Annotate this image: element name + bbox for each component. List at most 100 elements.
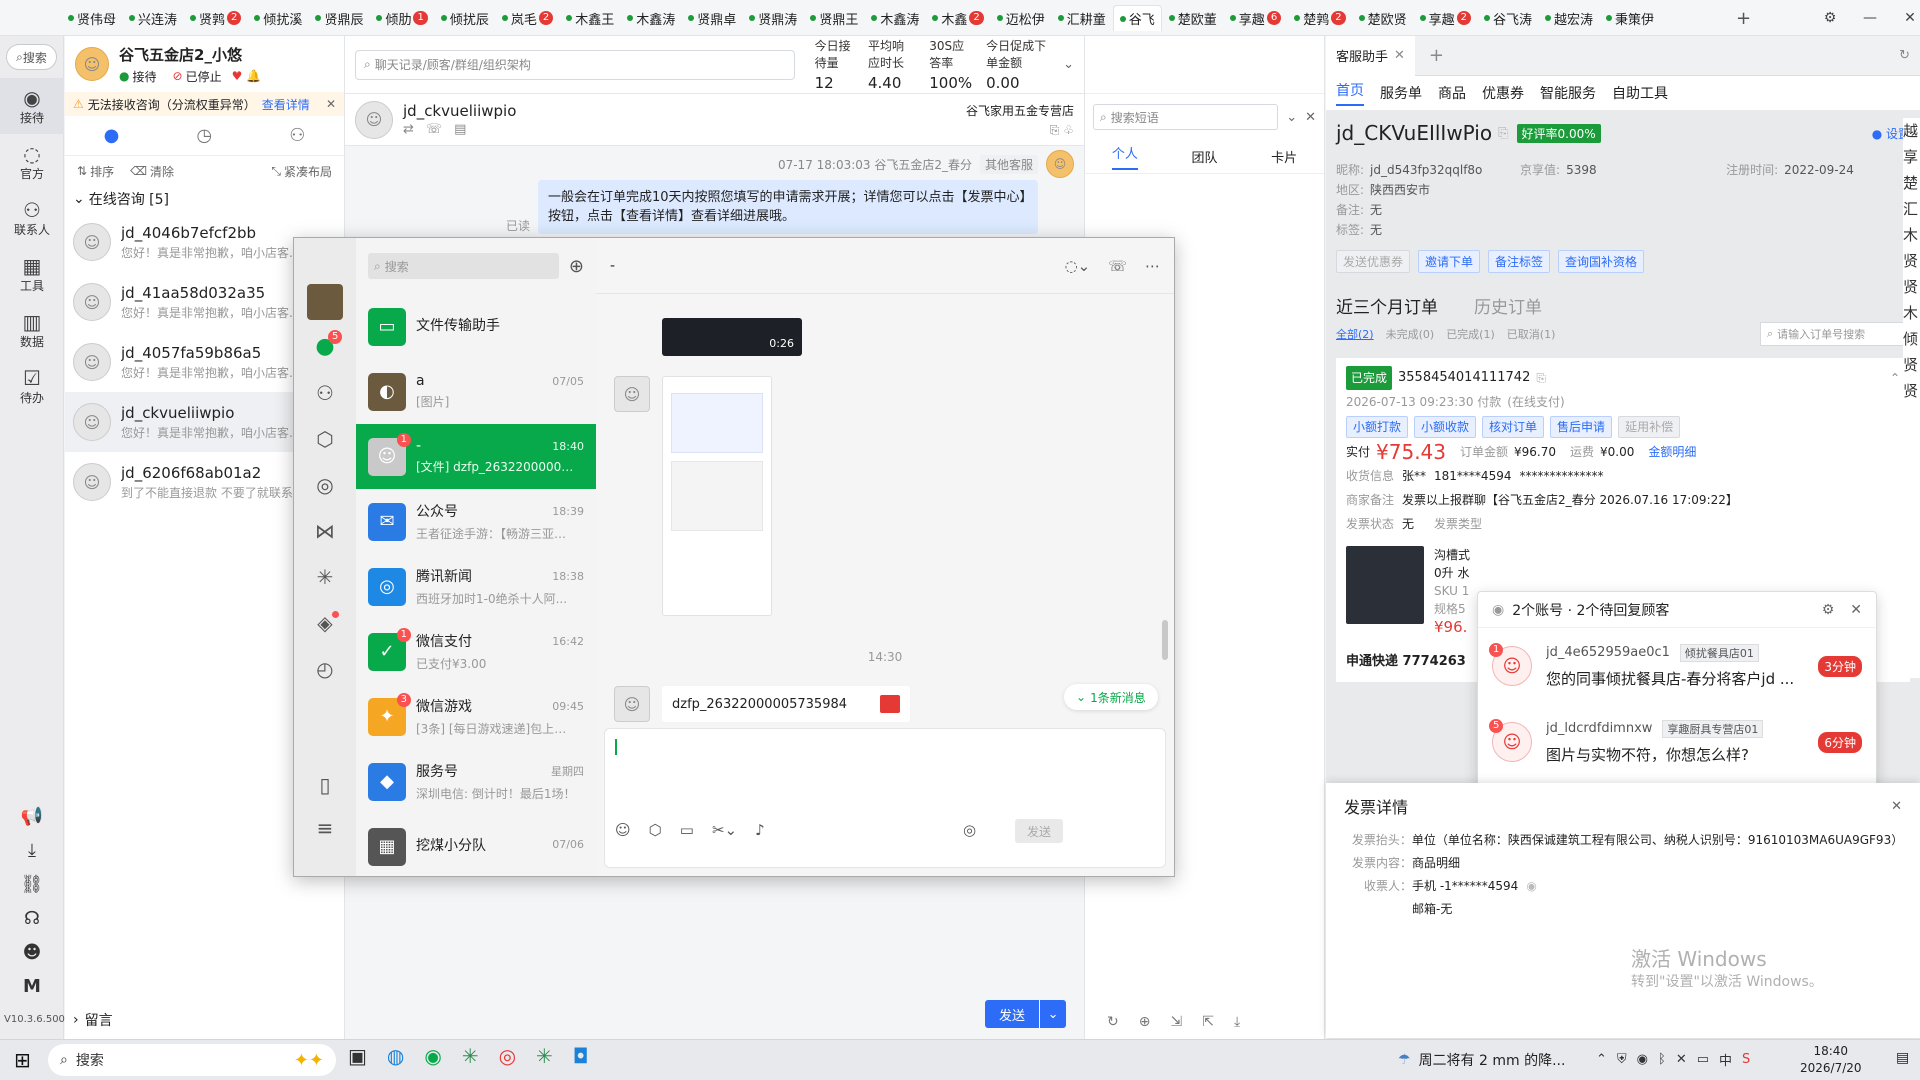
megaphone-icon[interactable]: 📢 — [0, 806, 64, 827]
shop-tab[interactable]: 岚毛 2 — [496, 5, 559, 31]
wechat-chat-item[interactable]: ☺1- 18:40 [文件] dzfp_2632200000583... — [356, 424, 596, 489]
headset-icon[interactable]: ☊ — [0, 908, 64, 929]
bluetooth-icon[interactable]: ᛒ — [1658, 1052, 1666, 1067]
shop-tab[interactable]: 倾扰溪 — [248, 5, 308, 31]
tab-recent-orders[interactable]: 近三个月订单 — [1336, 293, 1438, 318]
call-icon[interactable]: ☏ — [1108, 257, 1127, 275]
history-tab-icon[interactable]: ◷ — [196, 125, 212, 146]
shop-tab[interactable]: 贤鼎涛 — [743, 5, 803, 31]
copy-icon[interactable]: ⎘ — [1498, 126, 1508, 141]
online-group-header[interactable]: ⌄ 在线咨询 [5] — [65, 186, 344, 212]
folder-icon[interactable]: ▭ — [680, 821, 694, 839]
notification-item[interactable]: ☺ 1 jd_4e652959ae0c1 倾扰餐具店01 您的同事倾扰餐具店-春分将客户… — [1478, 628, 1876, 704]
sort-button[interactable]: 排序 — [90, 163, 114, 180]
shop-tab[interactable]: 迈松伊 — [991, 5, 1051, 31]
alert-detail-link[interactable]: 查看详情 — [262, 96, 310, 113]
alert-close-icon[interactable]: ✕ — [326, 97, 336, 111]
shop-tab[interactable]: 贤鼎卓 — [682, 5, 742, 31]
shop-tab[interactable]: 木鑫 2 — [926, 5, 989, 31]
wechat-chat-item[interactable]: ▦ 挖煤小分队 07/06 — [356, 814, 596, 879]
close-icon[interactable]: ✕ — [1890, 10, 1920, 26]
thumbs-icon[interactable]: ♧ — [1063, 123, 1074, 137]
phrase-search-input[interactable]: ⌕ 搜索短语 — [1093, 104, 1279, 130]
order-action-button[interactable]: 小额收款 — [1414, 416, 1477, 438]
import-icon[interactable]: ⇲ — [1170, 1014, 1182, 1030]
copy-icon[interactable]: ⎘ — [1536, 366, 1546, 390]
wechat-tray-icon[interactable]: ◉ — [1637, 1052, 1648, 1067]
new-message-pill[interactable]: ⌄ 1条新消息 — [1064, 684, 1158, 710]
shop-tab[interactable]: 贤伟母 — [62, 5, 122, 31]
scrollbar[interactable] — [1162, 620, 1168, 660]
sender-avatar[interactable]: ☺ — [614, 686, 650, 722]
channels-icon[interactable]: ⋈ — [294, 519, 356, 543]
wechat-chat-item[interactable]: ◎ 腾讯新闻 18:38 西班牙加时1-0绝杀十人阿... — [356, 554, 596, 619]
mute-icon[interactable]: ✕ — [1676, 1052, 1687, 1067]
m-logo-icon[interactable]: M — [0, 976, 64, 997]
wechat-avatar[interactable] — [307, 284, 343, 320]
customer-action-button[interactable]: 邀请下单 — [1418, 250, 1481, 273]
phone-device-icon[interactable]: ▯ — [294, 773, 356, 797]
voice-call-icon[interactable]: ◎ — [963, 821, 976, 839]
group-tab-icon[interactable]: ⚇ — [289, 125, 305, 146]
helper-nav-item[interactable]: 商品 — [1438, 83, 1466, 103]
shop-tab[interactable]: 秉策伊 — [1600, 5, 1660, 31]
shop-avatar[interactable]: ☺ — [75, 47, 109, 81]
customer-action-button[interactable]: 备注标签 — [1488, 250, 1551, 273]
order-action-button[interactable]: 延用补偿 — [1618, 416, 1681, 438]
ime-indicator[interactable]: 中 — [1719, 1050, 1732, 1069]
filter-all[interactable]: 全部(2) — [1336, 326, 1374, 342]
shop-tab[interactable]: 汇耕童 — [1052, 5, 1112, 31]
app-star-icon[interactable]: ✳ — [462, 1044, 479, 1068]
global-search-input[interactable]: ⌕ 聊天记录/顾客/群组/组织架构 — [355, 49, 795, 80]
chevron-up-icon[interactable]: ⌃ — [1890, 366, 1900, 390]
image-message[interactable] — [662, 376, 772, 616]
taskbar-search[interactable]: ⌕ 搜索 ✦✦ — [48, 1044, 336, 1076]
customer-avatar[interactable]: ☺ — [355, 100, 393, 139]
wechat-chat-item[interactable]: ◐ a 07/05 [图片] — [356, 359, 596, 424]
shop-tab[interactable]: 楚欧贤 — [1353, 5, 1413, 31]
send-button[interactable]: 发送 — [985, 1000, 1040, 1028]
app-red-icon[interactable]: ◎ — [499, 1044, 516, 1068]
customer-action-button[interactable]: 发送优惠券 — [1336, 250, 1411, 273]
wechat-chat-item[interactable]: ✓ 1 微信支付 16:42 已支付¥3.00 — [356, 619, 596, 684]
app-chat-icon[interactable]: ◘ — [573, 1044, 589, 1068]
receive-status[interactable]: 接待 — [132, 68, 156, 85]
bookmark-icon[interactable]: ⎘ — [1050, 123, 1060, 137]
antivirus-icon[interactable]: S — [1742, 1052, 1750, 1067]
helper-nav-item[interactable]: 优惠券 — [1482, 83, 1524, 103]
rail-item-official[interactable]: ◌ 官方 — [0, 134, 64, 190]
order-action-button[interactable]: 核对订单 — [1482, 416, 1545, 438]
collapse-icon[interactable]: ⌄ — [1286, 110, 1297, 125]
tab-personal[interactable]: 个人 — [1111, 143, 1138, 170]
order-action-button[interactable]: 小额打款 — [1346, 416, 1409, 438]
more-icon[interactable]: ⋯ — [1145, 257, 1160, 275]
wechat-send-button[interactable]: 发送 — [1015, 819, 1064, 843]
contacts-icon[interactable]: ⚇ — [294, 381, 356, 405]
rail-item-reception[interactable]: ◉ 接待 — [0, 78, 64, 134]
task-view-icon[interactable]: ▣ — [348, 1044, 367, 1068]
compact-layout-button[interactable]: 紧凑布局 — [284, 163, 332, 180]
menu-icon[interactable]: ≡ — [294, 816, 356, 840]
shield-icon[interactable]: ⛨ — [1617, 1052, 1627, 1067]
wechat-icon[interactable]: ◉ — [424, 1044, 441, 1068]
filter-cancelled[interactable]: 已取消(1) — [1507, 326, 1556, 342]
order-search-input[interactable]: ⌕ 请输入订单号搜索 — [1760, 322, 1910, 346]
clock[interactable]: 18:40 2026/7/20 — [1800, 1043, 1862, 1077]
sticker-icon[interactable]: ⬡ — [649, 821, 662, 839]
notification-item[interactable]: ☺ 5 jd_ldcrdfdimnxw 享趣厨具专营店01 图片与实物不符，你想怎么样?… — [1478, 704, 1876, 780]
leave-message-group[interactable]: › 留言 — [73, 1010, 113, 1030]
shop-tab[interactable]: 贤鹑 2 — [184, 5, 247, 31]
wechat-search-input[interactable]: ⌕ 搜索 — [368, 253, 559, 279]
shop-tab[interactable]: 越宏涛 — [1539, 5, 1599, 31]
phone-icon[interactable]: ☏ — [426, 122, 442, 137]
chevron-up-icon[interactable]: ⌃ — [1596, 1052, 1607, 1067]
close-icon[interactable]: ✕ — [1850, 602, 1862, 618]
tab-card[interactable]: 卡片 — [1271, 147, 1297, 166]
amount-detail-link[interactable]: 金额明细 — [1648, 440, 1696, 464]
network-icon[interactable]: ▭ — [1697, 1052, 1709, 1067]
helper-nav-item[interactable]: 自助工具 — [1612, 83, 1668, 103]
chat-bubble-icon[interactable]: ◌⌄ — [1065, 257, 1091, 275]
tab-plus[interactable]: + — [1736, 0, 1751, 36]
order-action-button[interactable]: 售后申请 — [1550, 416, 1613, 438]
windows-start-icon[interactable]: ⊞ — [14, 1048, 31, 1072]
